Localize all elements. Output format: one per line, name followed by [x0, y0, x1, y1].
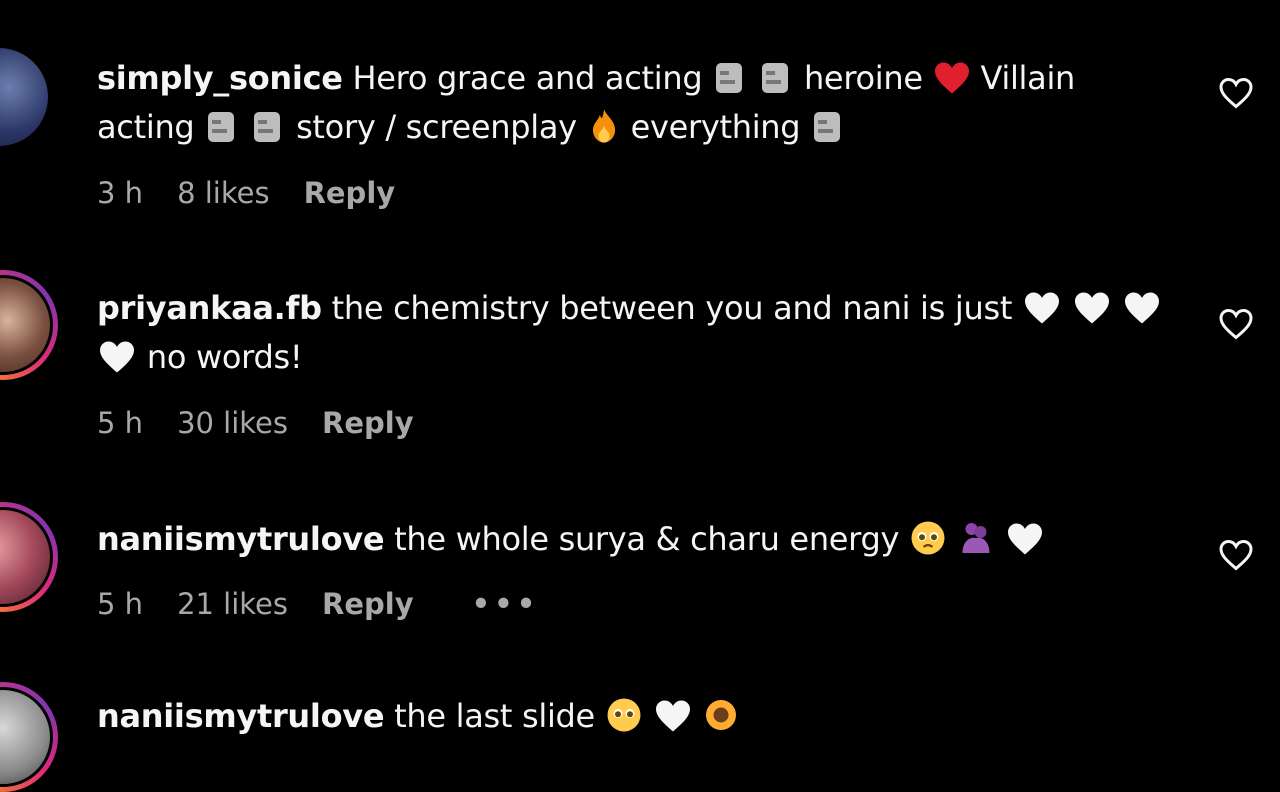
comment-meta: 5 h 30 likes Reply — [97, 406, 448, 440]
comment-time: 5 h — [97, 587, 144, 621]
reply-button[interactable]: Reply — [322, 587, 414, 621]
moai-emoji-icon — [716, 63, 743, 93]
sunflower-emoji-icon — [705, 700, 736, 730]
heart-outline-icon[interactable] — [1218, 538, 1254, 572]
red-heart-emoji-icon — [934, 62, 969, 94]
reply-button[interactable]: Reply — [304, 176, 396, 210]
comment-text: naniismytrulove the whole surya & charu … — [97, 515, 1177, 564]
pleading-face-emoji-icon — [911, 521, 945, 555]
comment-likes[interactable]: 21 likes — [177, 587, 288, 621]
comment-body: everything — [630, 108, 801, 146]
avatar[interactable] — [0, 48, 48, 146]
white-heart-emoji-icon — [1024, 292, 1059, 324]
comment-body: Hero grace and acting — [352, 59, 703, 97]
comment-meta: 5 h 21 likes Reply ••• — [97, 587, 573, 621]
comment-time: 3 h — [97, 176, 144, 210]
hugging-people-emoji-icon — [962, 523, 990, 553]
moai-emoji-icon — [762, 63, 789, 93]
fire-emoji-icon — [592, 109, 615, 143]
heart-outline-icon[interactable] — [1218, 76, 1254, 110]
comment-meta: 3 h 8 likes Reply — [97, 176, 429, 210]
moai-emoji-icon — [208, 112, 235, 142]
moai-emoji-icon — [814, 112, 841, 142]
comment-time: 5 h — [97, 406, 144, 440]
white-heart-emoji-icon — [1007, 523, 1042, 555]
white-heart-emoji-icon — [1074, 292, 1109, 324]
comment-text: simply_sonice Hero grace and acting hero… — [97, 54, 1177, 152]
moai-emoji-icon — [254, 112, 281, 142]
comment-body: heroine — [803, 59, 923, 97]
avatar[interactable] — [0, 682, 58, 792]
white-heart-emoji-icon — [1124, 292, 1159, 324]
comment-text: naniismytrulove the last slide — [97, 692, 1177, 741]
comment-body: the whole surya & charu energy — [394, 520, 900, 558]
comment-text: priyankaa.fb the chemistry between you a… — [97, 284, 1177, 382]
comment-username[interactable]: priyankaa.fb — [97, 289, 322, 327]
comment-likes[interactable]: 30 likes — [177, 406, 288, 440]
pleading-face-emoji-icon — [607, 698, 641, 732]
reply-button[interactable]: Reply — [322, 406, 414, 440]
white-heart-emoji-icon — [100, 341, 134, 373]
comment-username[interactable]: naniismytrulove — [97, 520, 385, 558]
comment-body: no words! — [146, 338, 303, 376]
avatar[interactable] — [0, 270, 58, 380]
comment-likes[interactable]: 8 likes — [177, 176, 270, 210]
comment-username[interactable]: naniismytrulove — [97, 697, 385, 735]
more-options-icon[interactable]: ••• — [472, 587, 540, 621]
comment-body: story / screenplay — [296, 108, 577, 146]
heart-outline-icon[interactable] — [1218, 307, 1254, 341]
comment-username[interactable]: simply_sonice — [97, 59, 343, 97]
comment-body: the last slide — [394, 697, 595, 735]
avatar[interactable] — [0, 502, 58, 612]
comment-body: the chemistry between you and nani is ju… — [331, 289, 1013, 327]
white-heart-emoji-icon — [655, 700, 690, 732]
